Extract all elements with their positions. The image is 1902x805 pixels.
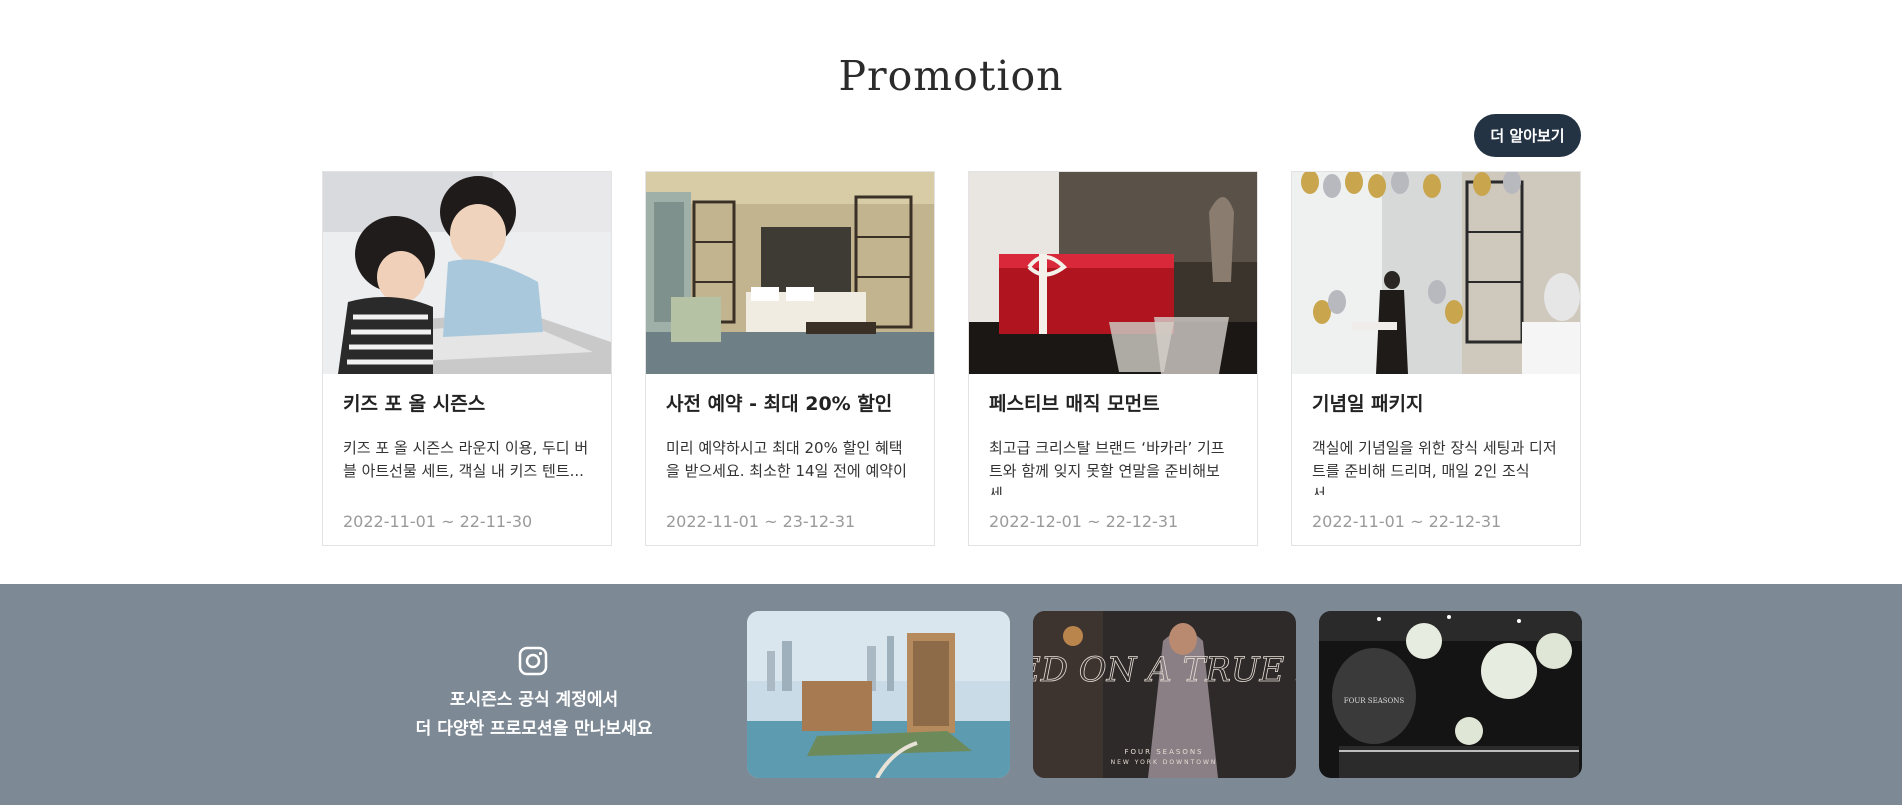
instagram-caption-line: 더 다양한 프로모션을 만나보세요 [415, 719, 653, 739]
promotion-image-gift [969, 172, 1257, 374]
instagram-post[interactable] [747, 611, 1010, 778]
card-description: 최고급 크리스탈 브랜드 ‘바카라’ 기프트와 함께 잊지 못할 연말을 준비해… [989, 439, 1225, 495]
card-date: 2022-11-01 ~ 22-12-31 [1312, 512, 1502, 531]
promotion-card[interactable]: 키즈 포 올 시즌스 키즈 포 올 시즌스 라운지 이용, 두디 버블 아트선물… [322, 171, 612, 546]
promotion-card[interactable]: 기념일 패키지 객실에 기념일을 위한 장식 세팅과 디저트를 준비해 드리며,… [1291, 171, 1581, 546]
section-title: Promotion [838, 52, 1064, 100]
card-title: 기념일 패키지 [1312, 393, 1424, 415]
card-title: 사전 예약 - 최대 20% 할인 [666, 393, 893, 415]
instagram-caption-line: 포시즌스 공식 계정에서 [449, 690, 619, 710]
more-button[interactable]: 더 알아보기 [1474, 114, 1581, 157]
ad-location: NEW YORK DOWNTOWN [1111, 759, 1218, 766]
card-title: 페스티브 매직 모먼트 [989, 393, 1160, 415]
card-date: 2022-12-01 ~ 22-12-31 [989, 512, 1179, 531]
card-description: 객실에 기념일을 위한 장식 세팅과 디저트를 준비해 드리며, 매일 2인 조… [1312, 439, 1557, 495]
card-date: 2022-11-01 ~ 22-11-30 [343, 512, 533, 531]
card-description: 미리 예약하시고 최대 20% 할인 혜택을 받으세요. 최소한 14일 전에 … [666, 439, 907, 495]
promotion-card[interactable]: 페스티브 매직 모먼트 최고급 크리스탈 브랜드 ‘바카라’ 기프트와 함께 잊… [968, 171, 1258, 546]
promotion-image-kids [323, 172, 611, 374]
instagram-caption: 포시즌스 공식 계정에서 더 다양한 프로모션을 만나보세요 [384, 686, 684, 744]
card-title: 키즈 포 올 시즌스 [343, 393, 486, 415]
instagram-post[interactable]: FOUR SEASONS [1319, 611, 1582, 778]
instagram-post[interactable]: BASED ON A TRUE STAY FOUR SEASONS NEW YO… [1033, 611, 1296, 778]
instagram-icon[interactable] [518, 646, 548, 676]
card-date: 2022-11-01 ~ 23-12-31 [666, 512, 856, 531]
ad-headline: BASED ON A TRUE STAY [1033, 650, 1296, 690]
promotion-image-anniversary [1292, 172, 1580, 374]
card-description: 키즈 포 올 시즌스 라운지 이용, 두디 버블 아트선물 세트, 객실 내 키… [343, 439, 589, 480]
promotion-card[interactable]: 사전 예약 - 최대 20% 할인 미리 예약하시고 최대 20% 할인 혜택을… [645, 171, 935, 546]
promotion-image-room [646, 172, 934, 374]
ballroom-brand: FOUR SEASONS [1344, 697, 1405, 705]
ad-brand: FOUR SEASONS [1124, 748, 1203, 756]
